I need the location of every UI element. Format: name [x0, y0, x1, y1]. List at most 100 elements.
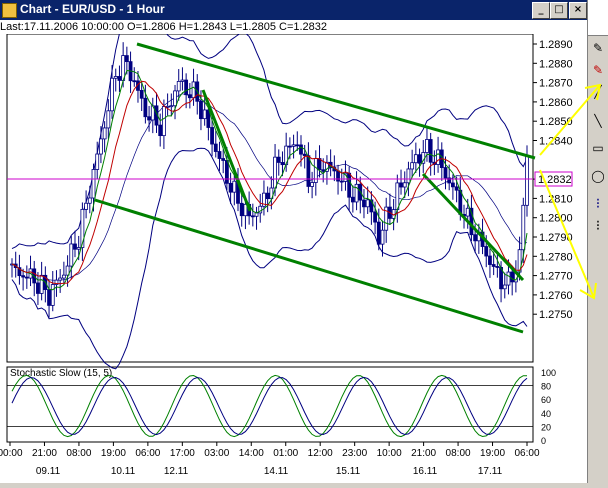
- time-tick-label: 08:00: [66, 448, 91, 459]
- ohlc-info-line: Last:17.11.2006 10:00:00 O=1.2806 H=1.28…: [0, 20, 587, 34]
- candle-body: [187, 94, 192, 99]
- time-tick-label: 01:00: [273, 448, 298, 459]
- candle-body: [180, 79, 185, 82]
- time-tick-label: 06:00: [135, 448, 160, 459]
- time-tick-label: 08:00: [446, 448, 471, 459]
- list-icon[interactable]: ⁝: [590, 218, 606, 234]
- time-axis: 00:00 21:00 08:00 19:00 06:00 17:00 03:00 14:00…: [0, 442, 540, 477]
- circle-icon[interactable]: ◯: [590, 168, 606, 184]
- candle-body: [102, 127, 107, 140]
- date-tick-label: 12.11: [164, 466, 189, 477]
- candle-body: [362, 199, 366, 208]
- candle-body: [373, 211, 377, 223]
- price-tick-label: 1.2860: [539, 97, 573, 109]
- price-tick-label: 1.2880: [539, 58, 573, 70]
- candle-body: [250, 215, 255, 218]
- candle-body: [491, 264, 496, 267]
- candle-body: [350, 196, 355, 203]
- candle-body: [169, 105, 174, 108]
- text-icon[interactable]: ▭: [590, 140, 606, 156]
- time-tick-label: 03:00: [204, 448, 229, 459]
- window-title: Chart - EUR/USD - 1 Hour: [20, 2, 165, 16]
- candle-body: [173, 90, 177, 107]
- drawing-toolbar[interactable]: ✎ ✎ ╱ ╲ ▭ ◯ ⁝ ⁝: [587, 0, 608, 483]
- candle-body: [232, 180, 237, 193]
- candle-body: [473, 234, 478, 242]
- candle-body: [210, 127, 214, 145]
- toolbar-header: [588, 0, 608, 36]
- candle-body: [221, 158, 226, 161]
- candle-body: [36, 282, 40, 294]
- time-tick-label: 06:00: [514, 448, 539, 459]
- candle-body: [147, 116, 151, 121]
- candle-body: [184, 79, 189, 96]
- candle-body: [76, 247, 81, 250]
- candle-body: [99, 138, 103, 155]
- maximize-button[interactable]: □: [550, 2, 568, 19]
- candle-body: [243, 203, 248, 217]
- candle-body: [58, 277, 63, 281]
- line-icon[interactable]: ╲: [590, 113, 606, 129]
- candle-body: [436, 149, 440, 165]
- candle-body: [117, 76, 122, 81]
- close-button[interactable]: ×: [569, 2, 587, 19]
- candle-body: [21, 275, 26, 278]
- date-tick-label: 16.11: [413, 466, 438, 477]
- candle-body: [465, 207, 470, 217]
- date-tick-label: 09.11: [36, 466, 61, 477]
- candle-body: [402, 182, 407, 188]
- candle-body: [165, 105, 170, 108]
- stochastic-axis: 100 80 60 40 20 0: [541, 368, 556, 446]
- candle-body: [413, 154, 418, 164]
- candle-body: [69, 243, 74, 267]
- candle-body: [488, 255, 492, 265]
- candle-body: [484, 246, 489, 257]
- price-tick-label: 1.2850: [539, 116, 573, 128]
- candle-body: [191, 81, 196, 99]
- candle-body: [224, 160, 229, 184]
- candle-body: [417, 154, 422, 164]
- candle-body: [406, 168, 411, 184]
- price-chart[interactable]: 1.2890 1.2880 1.2870 1.2860 1.2850 1.2840 1.28…: [0, 0, 587, 483]
- candle-body: [347, 172, 352, 198]
- brush-icon[interactable]: ╱: [590, 84, 606, 100]
- candle-body: [84, 202, 89, 210]
- candle-body: [199, 100, 203, 120]
- chart-area[interactable]: 1.2890 1.2880 1.2870 1.2860 1.2850 1.2840 1.28…: [0, 0, 587, 483]
- candle-body: [454, 186, 459, 191]
- candle-body: [24, 276, 29, 279]
- time-tick-label: 10:00: [377, 448, 402, 459]
- candle-body: [139, 89, 144, 99]
- candle-body: [265, 192, 270, 200]
- candle-body: [399, 182, 403, 188]
- stochastic-tick-label: 80: [541, 382, 551, 392]
- candle-body: [365, 199, 370, 208]
- candle-body: [521, 204, 526, 251]
- candle-body: [39, 274, 44, 294]
- candle-body: [525, 156, 529, 206]
- minimize-button[interactable]: _: [532, 2, 550, 19]
- candle-body: [273, 156, 277, 189]
- candle-body: [502, 284, 507, 290]
- candle-body: [132, 80, 137, 83]
- pencil-icon[interactable]: ✎: [590, 62, 606, 78]
- candle-body: [380, 229, 385, 245]
- candle-body: [321, 169, 326, 172]
- stochastic-tick-label: 0: [541, 436, 546, 446]
- time-tick-label: 19:00: [480, 448, 505, 459]
- candle-body: [506, 271, 511, 286]
- time-tick-label: 23:00: [342, 448, 367, 459]
- candle-body: [443, 167, 448, 179]
- candle-body: [336, 170, 340, 182]
- candle-body: [410, 162, 415, 170]
- price-tick-label: 1.2770: [539, 271, 573, 283]
- candle-body: [47, 289, 51, 306]
- candle-body: [376, 221, 381, 245]
- candle-body: [213, 143, 218, 152]
- list-icon[interactable]: ⁝: [590, 196, 606, 212]
- window-titlebar[interactable]: Chart - EUR/USD - 1 Hour _ □ ×: [0, 0, 587, 20]
- pencil-icon[interactable]: ✎: [590, 40, 606, 56]
- price-tick-label: 1.2790: [539, 232, 573, 244]
- price-tick-label: 1.2870: [539, 78, 573, 90]
- price-tick-label: 1.2780: [539, 251, 573, 263]
